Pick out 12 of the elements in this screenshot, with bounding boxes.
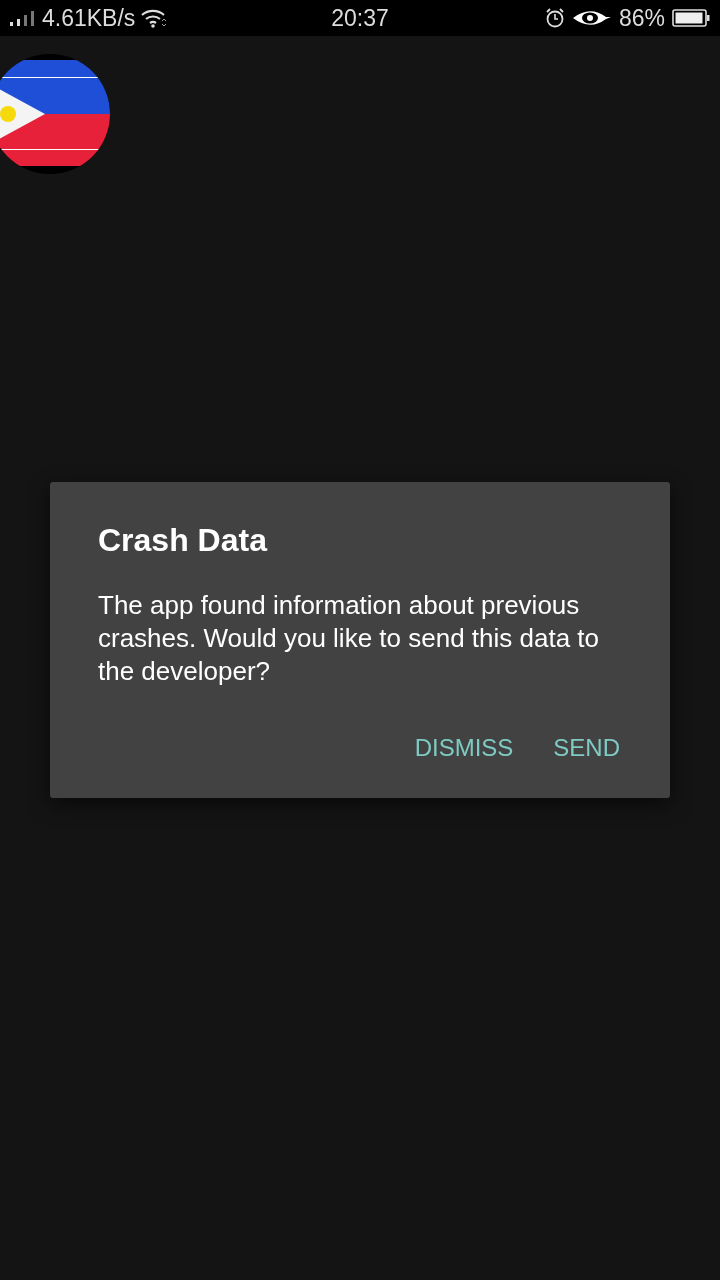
dialog-button[interactable]: DISMISS <box>406 728 522 768</box>
dialog-title: Crash Data <box>98 522 269 559</box>
clock-time: 20:37 <box>331 4 389 32</box>
battery-percentage: 86% <box>618 4 665 32</box>
dialog-message: The app found information about previous crashes. Would you like to send this data to the developer? <box>98 589 601 688</box>
alarm-icon <box>544 8 565 28</box>
eye-icon <box>571 9 612 27</box>
signal-icon <box>10 10 36 26</box>
battery-icon <box>672 9 710 27</box>
dialog-button[interactable]: SEND <box>545 728 628 768</box>
wifi-icon <box>141 8 168 28</box>
network-speed: 4.61KB/s <box>42 4 136 32</box>
